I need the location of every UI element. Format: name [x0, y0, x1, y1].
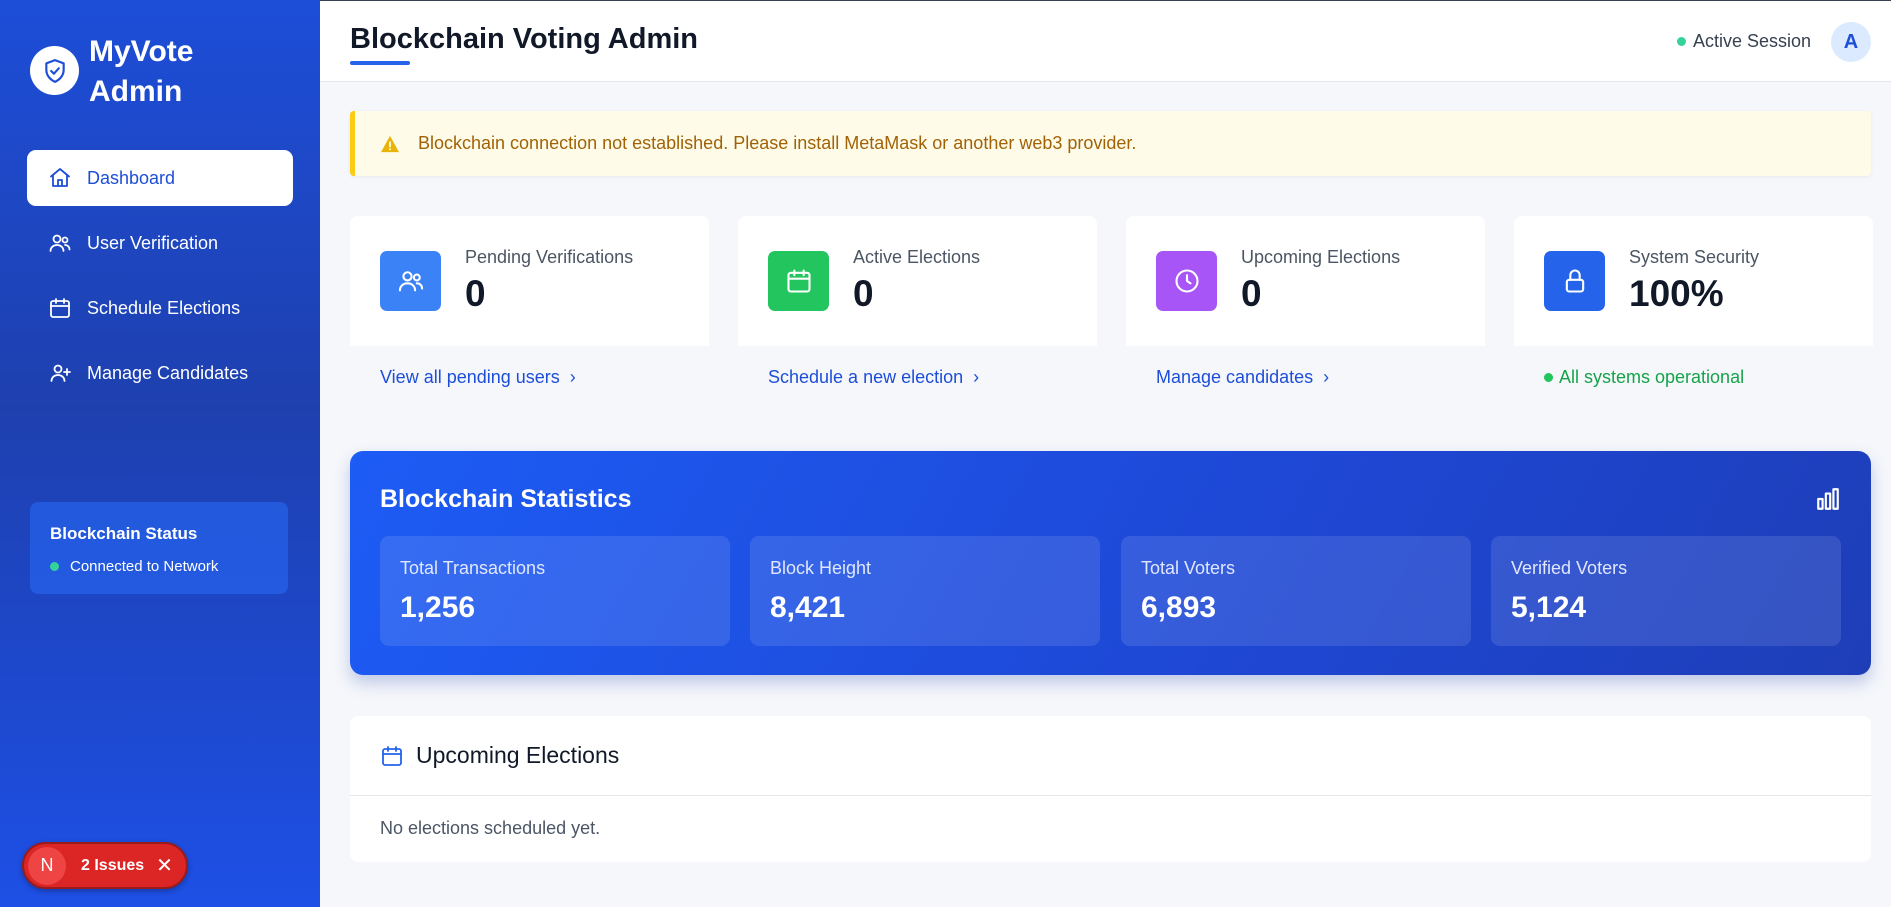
status-dot-icon [50, 562, 59, 571]
stat-verified-voters: Verified Voters 5,124 [1491, 536, 1841, 646]
sidebar: MyVote Admin Dashboard User Verification… [0, 0, 320, 907]
sidebar-item-user-verification[interactable]: User Verification [27, 215, 293, 271]
issues-label: 2 Issues [81, 856, 145, 874]
stat-label: Active Elections [853, 247, 981, 267]
nextjs-icon: N [28, 846, 66, 885]
title-underline [350, 61, 410, 65]
stat-card-active-elections: Active Elections 0 [738, 216, 1097, 346]
view-pending-users-link[interactable]: View all pending users › [380, 367, 576, 388]
stat-value: 0 [465, 273, 486, 314]
sidebar-item-label: Dashboard [87, 167, 176, 188]
link-label: Manage candidates [1156, 367, 1314, 387]
sidebar-nav: Dashboard User Verification Schedule Ele… [27, 150, 293, 410]
blockchain-status-text: Connected to Network [70, 558, 219, 575]
warning-icon [380, 135, 400, 153]
calendar-icon [768, 251, 829, 311]
lock-icon [1544, 251, 1605, 311]
stat-value: 8,421 [770, 591, 846, 624]
avatar[interactable]: A [1831, 22, 1871, 62]
sidebar-item-label: Manage Candidates [87, 362, 249, 383]
blockchain-statistics-title: Blockchain Statistics [380, 485, 632, 513]
stat-value: 0 [1241, 273, 1262, 314]
chevron-right-icon: › [569, 367, 576, 387]
stat-card-upcoming-elections: Upcoming Elections 0 [1126, 216, 1485, 346]
link-label: Schedule a new election [768, 367, 964, 387]
session-text: Active Session [1692, 31, 1811, 51]
sidebar-item-label: Schedule Elections [87, 297, 241, 318]
stat-label: Pending Verifications [465, 247, 634, 267]
status-text: All systems operational [1559, 367, 1745, 387]
calendar-icon [47, 295, 73, 321]
blockchain-alert: Blockchain connection not established. P… [350, 111, 1871, 176]
stat-block-height: Block Height 8,421 [750, 536, 1100, 646]
blockchain-status-title: Blockchain Status [50, 524, 198, 543]
shield-check-icon [30, 46, 79, 95]
alert-text: Blockchain connection not established. P… [418, 133, 1137, 153]
stat-label: Upcoming Elections [1241, 247, 1401, 267]
blockchain-status-line: Connected to Network [50, 558, 268, 575]
stat-total-transactions: Total Transactions 1,256 [380, 536, 730, 646]
empty-state-text: No elections scheduled yet. [380, 818, 601, 838]
clock-icon [1156, 251, 1217, 311]
link-label: View all pending users [380, 367, 560, 387]
manage-candidates-link[interactable]: Manage candidates › [1156, 367, 1329, 388]
stat-label: Total Voters [1141, 558, 1236, 578]
stat-value: 1,256 [400, 591, 476, 624]
systems-operational-status: All systems operational [1544, 367, 1744, 388]
issues-badge[interactable]: N 2 Issues ✕ [22, 842, 188, 889]
stat-card-pending-verifications: Pending Verifications 0 [350, 216, 709, 346]
chevron-right-icon: › [973, 367, 980, 387]
header: Blockchain Voting Admin Active Session A [320, 0, 1891, 82]
home-icon [47, 165, 73, 191]
page-title: Blockchain Voting Admin [350, 23, 699, 55]
upcoming-elections-panel: Upcoming Elections No elections schedule… [350, 716, 1871, 862]
blockchain-statistics-panel: Blockchain Statistics Total Transactions… [350, 451, 1871, 675]
user-plus-icon [47, 360, 73, 386]
stat-value: 6,893 [1141, 591, 1217, 624]
close-icon[interactable]: ✕ [156, 853, 173, 878]
blockchain-status-card: Blockchain Status Connected to Network [30, 502, 288, 594]
calendar-icon [380, 744, 404, 768]
bar-chart-icon [1815, 486, 1841, 517]
upcoming-elections-title: Upcoming Elections [416, 742, 620, 768]
stat-value: 0 [853, 273, 874, 314]
sidebar-item-manage-candidates[interactable]: Manage Candidates [27, 345, 293, 401]
stat-value: 5,124 [1511, 591, 1587, 624]
session-dot-icon [1676, 37, 1686, 46]
stat-total-voters: Total Voters 6,893 [1121, 536, 1471, 646]
stat-label: Block Height [770, 558, 872, 578]
sidebar-item-label: User Verification [87, 232, 219, 253]
stat-value: 100% [1629, 273, 1724, 314]
session-status: Active Session [1676, 31, 1811, 52]
stat-label: Total Transactions [400, 558, 546, 578]
sidebar-item-schedule-elections[interactable]: Schedule Elections [27, 280, 293, 336]
brand-title: MyVote Admin [89, 35, 194, 108]
schedule-election-link[interactable]: Schedule a new election › [768, 367, 979, 388]
users-icon [380, 251, 441, 311]
users-icon [47, 230, 73, 256]
brand[interactable]: MyVote Admin [30, 32, 249, 112]
status-dot-icon [1544, 373, 1553, 382]
stat-card-system-security: System Security 100% [1514, 216, 1873, 346]
stat-label: System Security [1629, 247, 1760, 267]
stat-label: Verified Voters [1511, 558, 1628, 578]
chevron-right-icon: › [1323, 367, 1330, 387]
upcoming-elections-header: Upcoming Elections [350, 716, 1871, 796]
sidebar-item-dashboard[interactable]: Dashboard [27, 150, 293, 206]
